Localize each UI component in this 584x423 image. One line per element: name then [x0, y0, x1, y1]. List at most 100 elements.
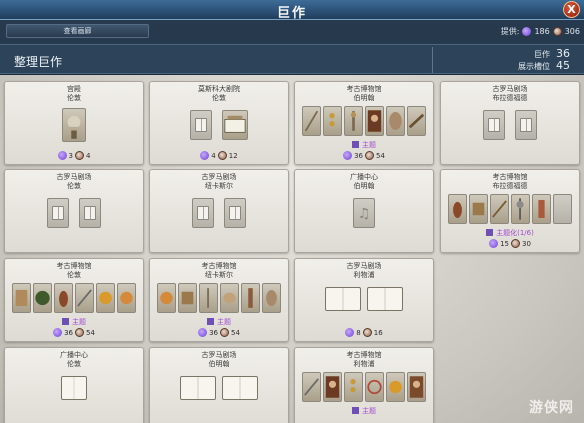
- writing-slot[interactable]: [47, 198, 69, 228]
- city-name: 布拉德福德: [492, 182, 528, 190]
- close-icon[interactable]: X: [563, 1, 580, 18]
- book-icon: [195, 118, 207, 132]
- writing-slot[interactable]: [483, 110, 505, 140]
- open-book-icon: [180, 376, 216, 400]
- writing-slot[interactable]: [79, 198, 101, 228]
- artifact-slot[interactable]: [469, 194, 488, 224]
- tourism-icon: [365, 151, 374, 160]
- artifact-slot[interactable]: [96, 283, 115, 313]
- writing-slot[interactable]: [190, 110, 212, 140]
- tourism-icon: [220, 328, 229, 337]
- tourism-value: 4: [86, 151, 91, 160]
- building-card: 古罗马剧场 伦敦: [4, 169, 144, 253]
- tourism-icon: [217, 151, 227, 160]
- culture-value: 36: [64, 328, 73, 337]
- bust-artifact-slot[interactable]: [62, 108, 86, 142]
- artifact-slot[interactable]: [33, 283, 52, 313]
- artifact-slot[interactable]: [386, 106, 405, 136]
- building-name: 考古博物馆: [201, 262, 237, 270]
- artifact-slot[interactable]: [386, 372, 405, 402]
- culture-value: 8: [356, 328, 361, 337]
- artifact-slot[interactable]: [75, 283, 94, 313]
- writing-slot[interactable]: [515, 110, 537, 140]
- yield-row: 36 54: [5, 328, 143, 337]
- writing-slot[interactable]: [367, 287, 403, 311]
- open-book-icon: [367, 287, 403, 311]
- culture-icon: [345, 328, 355, 337]
- writing-slot[interactable]: [180, 376, 216, 400]
- theme-status: 主题化(1/6): [441, 228, 579, 238]
- artifact-slot[interactable]: [12, 283, 31, 313]
- artifact-slot[interactable]: [117, 283, 136, 313]
- city-name: 伯明翰: [208, 360, 230, 368]
- artifact-slot[interactable]: [344, 106, 363, 136]
- building-name: 考古博物馆: [56, 262, 92, 270]
- culture-total: 186: [534, 27, 550, 36]
- city-name: 伦敦: [67, 271, 81, 279]
- book-icon: [84, 206, 96, 220]
- artifact-slot[interactable]: [241, 283, 260, 313]
- building-name: 考古博物馆: [346, 351, 382, 359]
- building-name: 古罗马剧场: [56, 173, 92, 181]
- theme-icon: [486, 229, 494, 236]
- tourism-icon: [511, 239, 520, 248]
- building-name: 广播中心: [60, 351, 88, 359]
- artifact-slot[interactable]: [344, 372, 363, 402]
- header-stats: 巨作 36 展示槽位 45: [518, 48, 570, 72]
- theme-status: 主题: [5, 317, 143, 327]
- artifact-slot[interactable]: [157, 283, 176, 313]
- building-name: 古罗马剧场: [201, 173, 237, 181]
- artifact-slot[interactable]: [448, 194, 467, 224]
- building-name: 古罗马剧场: [492, 85, 528, 93]
- writing-slot[interactable]: [325, 287, 361, 311]
- tourism-value: 16: [373, 328, 383, 337]
- artifact-slot[interactable]: [302, 372, 321, 402]
- provide-label: 提供:: [500, 27, 520, 36]
- artifact-slot[interactable]: [220, 283, 239, 313]
- culture-value: 15: [500, 239, 509, 248]
- building-card: 广播中心 伯明翰 ♫: [294, 169, 434, 253]
- artifact-slot[interactable]: [365, 372, 384, 402]
- artifact-slot[interactable]: [323, 106, 342, 136]
- tourism-icon: [362, 328, 372, 337]
- culture-value: 3: [68, 151, 73, 160]
- artifact-slot[interactable]: [199, 283, 218, 313]
- writing-slot[interactable]: [222, 376, 258, 400]
- artifact-slot[interactable]: [407, 106, 426, 136]
- view-gallery-button[interactable]: 查看画廊: [6, 24, 149, 38]
- writing-slot[interactable]: [224, 198, 246, 228]
- artifact-slot[interactable]: [262, 283, 281, 313]
- artifact-slot[interactable]: [178, 283, 197, 313]
- city-name: 纽卡斯尔: [205, 271, 233, 279]
- music-slot[interactable]: ♫: [353, 198, 375, 228]
- empty-artifact-slot[interactable]: [553, 194, 572, 224]
- building-card: 古罗马剧场 伯明翰: [149, 347, 289, 423]
- city-name: 布拉德福德: [492, 94, 528, 102]
- top-strip: 查看画廊 提供: 186 306: [0, 20, 584, 44]
- city-name: 伦敦: [67, 360, 81, 368]
- artifact-slot[interactable]: [365, 106, 384, 136]
- artifact-slot[interactable]: [407, 372, 426, 402]
- building-card: 考古博物馆 利物浦 主题: [294, 347, 434, 423]
- writing-slot[interactable]: [192, 198, 214, 228]
- window-title: 巨作: [276, 6, 307, 21]
- artifact-slot[interactable]: [323, 372, 342, 402]
- building-card: 宫殿 伦敦 3 4: [4, 81, 144, 165]
- theme-label: 主题: [362, 407, 376, 415]
- tourism-total: 306: [564, 27, 580, 36]
- theme-status: 主题: [295, 406, 433, 416]
- artifact-slot[interactable]: [54, 283, 73, 313]
- city-name: 伯明翰: [353, 182, 375, 190]
- tourism-icon: [75, 151, 84, 160]
- artifact-slot[interactable]: [532, 194, 551, 224]
- artwork-slot[interactable]: [222, 110, 248, 140]
- culture-value: 36: [209, 328, 218, 337]
- yield-row: 36 54: [150, 328, 288, 337]
- artifact-slot[interactable]: [511, 194, 530, 224]
- building-card: 古罗马剧场 布拉德福德: [440, 81, 580, 165]
- city-name: 利物浦: [353, 271, 375, 279]
- music-slot[interactable]: [56, 376, 92, 400]
- city-name: 伦敦: [67, 94, 81, 102]
- artifact-slot[interactable]: [302, 106, 321, 136]
- artifact-slot[interactable]: [490, 194, 509, 224]
